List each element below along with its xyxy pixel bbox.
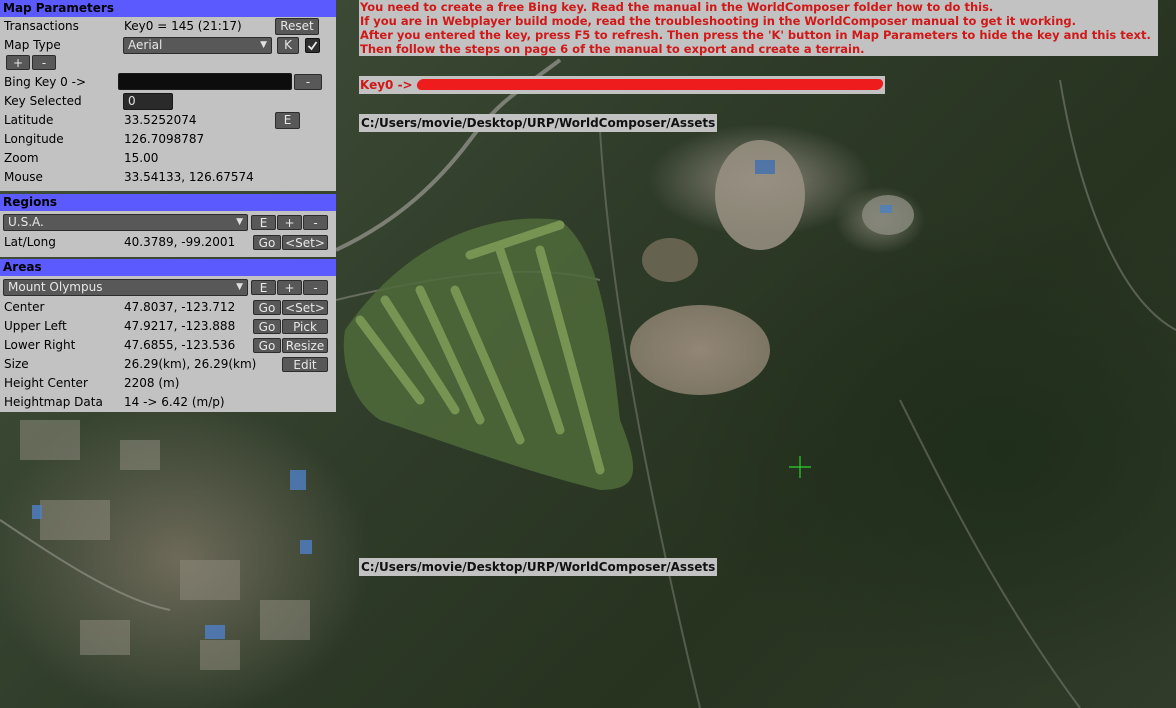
mouse-row: Mouse 33.54133, 126.67574 [0, 168, 336, 187]
heightmap-data-value: 14 -> 6.42 (m/p) [124, 395, 225, 409]
mouse-label: Mouse [4, 170, 43, 184]
longitude-label: Longitude [4, 132, 64, 146]
warning-line-1: You need to create a free Bing key. Read… [360, 0, 994, 14]
size-row: Size 26.29(km), 26.29(km) Edit [0, 355, 336, 374]
upper-left-label: Upper Left [4, 319, 67, 333]
center-label: Center [4, 300, 45, 314]
map-type-row: Map Type Aerial ▼ K [0, 36, 336, 55]
latlong-value: 40.3789, -99.2001 [124, 235, 236, 249]
longitude-value: 126.7098787 [124, 132, 205, 146]
warning-line-3: After you entered the key, press F5 to r… [360, 28, 1151, 42]
map-parameters-panel: Map Parameters Transactions Key0 = 145 (… [0, 0, 336, 191]
lower-right-value: 47.6855, -123.536 [124, 338, 236, 352]
latitude-edit-button[interactable]: E [275, 112, 300, 129]
upper-left-value: 47.9217, -123.888 [124, 319, 236, 333]
area-edit-button[interactable]: E [251, 280, 276, 295]
region-dropdown[interactable]: U.S.A. ▼ [3, 214, 248, 231]
key-add-remove-row: + - [0, 55, 336, 71]
heightmap-data-row: Heightmap Data 14 -> 6.42 (m/p) [0, 393, 336, 412]
latlong-set-button[interactable]: <Set> [282, 235, 328, 250]
reset-button[interactable]: Reset [275, 18, 319, 35]
regions-select-row: U.S.A. ▼ E + - [0, 211, 336, 233]
key-selected-label: Key Selected [4, 94, 82, 108]
area-remove-button[interactable]: - [303, 280, 328, 295]
zoom-value: 15.00 [124, 151, 159, 165]
region-remove-button[interactable]: - [303, 215, 328, 230]
key-selected-input[interactable]: 0 [123, 93, 173, 110]
area-dropdown[interactable]: Mount Olympus ▼ [3, 279, 248, 296]
latlong-go-button[interactable]: Go [253, 235, 281, 250]
redacted-key-scribble [416, 79, 884, 90]
warning-line-4: Then follow the steps on page 6 of the m… [360, 42, 865, 56]
assets-path-top: C:/Users/movie/Desktop/URP/WorldComposer… [359, 114, 718, 132]
map-type-dropdown[interactable]: Aerial ▼ [123, 37, 272, 54]
key-selected-row: Key Selected 0 [0, 92, 336, 111]
chevron-down-icon: ▼ [260, 40, 267, 50]
latlong-label: Lat/Long [4, 235, 56, 249]
zoom-label: Zoom [4, 151, 39, 165]
zoom-row: Zoom 15.00 [0, 149, 336, 168]
map-type-value: Aerial [128, 38, 163, 52]
edit-size-button[interactable]: Edit [282, 357, 328, 372]
checkmark-icon [307, 41, 318, 51]
map-type-label: Map Type [4, 38, 61, 52]
center-row: Center 47.8037, -123.712 Go <Set> [0, 298, 336, 317]
center-value: 47.8037, -123.712 [124, 300, 236, 314]
chevron-down-icon: ▼ [236, 217, 243, 227]
bing-key-input[interactable] [118, 73, 292, 90]
size-value: 26.29(km), 26.29(km) [124, 357, 257, 371]
map-parameters-header: Map Parameters [0, 0, 336, 17]
chevron-down-icon: ▼ [236, 282, 243, 292]
upper-left-row: Upper Left 47.9217, -123.888 Go Pick [0, 317, 336, 336]
heightmap-data-label: Heightmap Data [4, 395, 103, 409]
area-add-button[interactable]: + [277, 280, 302, 295]
latitude-value: 33.5252074 [124, 113, 197, 127]
latitude-label: Latitude [4, 113, 54, 127]
warning-line-2: If you are in Webplayer build mode, read… [360, 14, 1076, 28]
region-edit-button[interactable]: E [251, 215, 276, 230]
lower-right-row: Lower Right 47.6855, -123.536 Go Resize [0, 336, 336, 355]
center-go-button[interactable]: Go [253, 300, 281, 315]
center-set-button[interactable]: <Set> [282, 300, 328, 315]
areas-panel: Areas Mount Olympus ▼ E + - Center 47.80… [0, 259, 336, 412]
lower-right-label: Lower Right [4, 338, 76, 352]
region-selected-value: U.S.A. [8, 215, 44, 229]
remove-key-button[interactable]: - [32, 55, 56, 70]
key-overlay: Key0 -> [359, 76, 885, 94]
mouse-value: 33.54133, 126.67574 [124, 170, 254, 184]
area-selected-value: Mount Olympus [8, 280, 103, 294]
add-key-button[interactable]: + [6, 55, 30, 70]
region-add-button[interactable]: + [277, 215, 302, 230]
height-center-value: 2208 (m) [124, 376, 180, 390]
regions-panel: Regions U.S.A. ▼ E + - Lat/Long 40.3789,… [0, 194, 336, 257]
transactions-value: Key0 = 145 (21:17) [124, 19, 242, 33]
pick-button[interactable]: Pick [282, 319, 328, 334]
crosshair-icon [788, 455, 812, 482]
bing-key-row: Bing Key 0 -> - [0, 71, 336, 92]
lower-right-go-button[interactable]: Go [253, 338, 281, 353]
transactions-row: Transactions Key0 = 145 (21:17) Reset [0, 17, 336, 36]
latitude-row: Latitude 33.5252074 E [0, 111, 336, 130]
bing-key-label: Bing Key 0 -> [4, 75, 87, 89]
k-button[interactable]: K [277, 37, 299, 54]
areas-header: Areas [0, 259, 336, 276]
remove-bing-key-button[interactable]: - [294, 74, 322, 90]
show-key-checkbox[interactable] [305, 38, 320, 53]
latlong-row: Lat/Long 40.3789, -99.2001 Go <Set> [0, 233, 336, 252]
key-overlay-label: Key0 -> [360, 78, 413, 92]
bing-key-warning: You need to create a free Bing key. Read… [359, 0, 1158, 56]
assets-path-bottom: C:/Users/movie/Desktop/URP/WorldComposer… [359, 558, 718, 576]
transactions-label: Transactions [4, 19, 79, 33]
areas-select-row: Mount Olympus ▼ E + - [0, 276, 336, 298]
regions-header: Regions [0, 194, 336, 211]
resize-button[interactable]: Resize [282, 338, 328, 353]
height-center-label: Height Center [4, 376, 88, 390]
height-center-row: Height Center 2208 (m) [0, 374, 336, 393]
longitude-row: Longitude 126.7098787 [0, 130, 336, 149]
upper-left-go-button[interactable]: Go [253, 319, 281, 334]
size-label: Size [4, 357, 29, 371]
